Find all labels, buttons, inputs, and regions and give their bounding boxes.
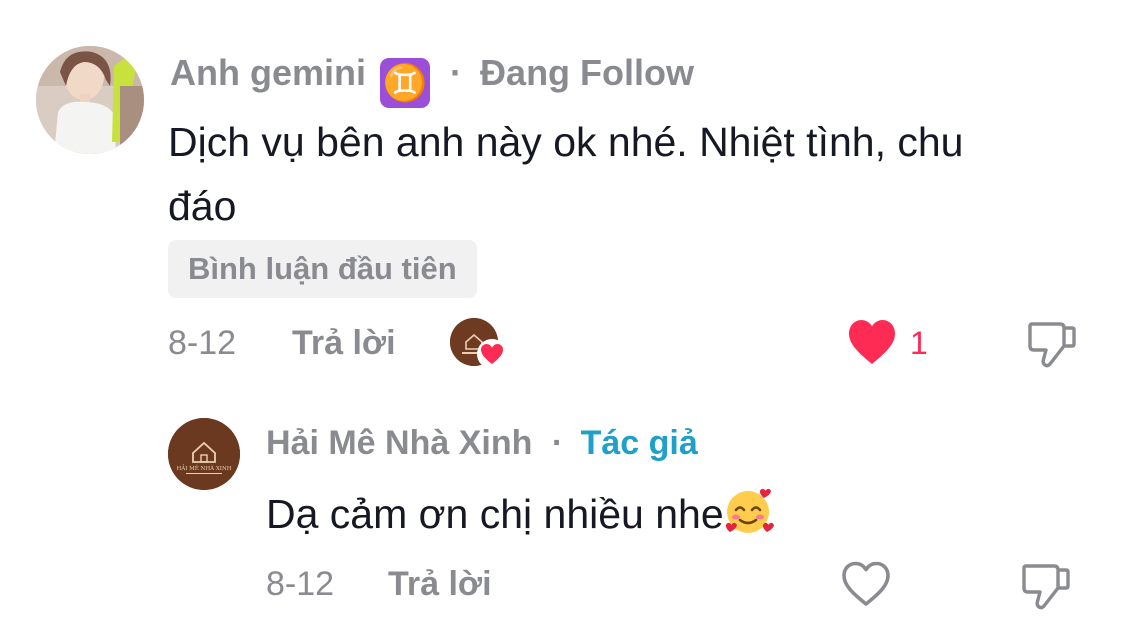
commenter-username[interactable]: Anh gemini	[170, 52, 366, 93]
creator-avatar-brand: HẢI MÊ NHÀ XINH	[176, 464, 231, 472]
separator-dot: ·	[551, 424, 564, 462]
creator-avatar[interactable]: HẢI MÊ NHÀ XINH	[168, 418, 240, 490]
commenter-avatar[interactable]	[36, 46, 144, 154]
comment-text-line-2: đáo	[168, 183, 237, 229]
like-outline-heart-icon[interactable]	[840, 560, 892, 608]
comment-text-line-1: Dịch vụ bên anh này ok nhé. Nhiệt tình, …	[168, 119, 964, 165]
author-badge: Tác giả	[580, 424, 698, 462]
separator-dot: ·	[450, 52, 463, 93]
smiling-face-with-hearts-icon	[724, 484, 776, 536]
follow-status[interactable]: Đang Follow	[480, 52, 694, 93]
reply-header: Hải Mê Nhà Xinh · Tác giả	[266, 424, 698, 463]
first-comment-badge: Bình luận đầu tiên	[168, 240, 477, 298]
comment-header: Anh gemini ♊ · Đang Follow	[170, 52, 694, 108]
reply-date: 8-12	[266, 565, 335, 603]
reply-button[interactable]: Trả lời	[292, 324, 396, 363]
comment-date: 8-12	[168, 324, 237, 362]
comment-body: Dịch vụ bên anh này ok nhé. Nhiệt tình, …	[168, 110, 1108, 238]
reply-username[interactable]: Hải Mê Nhà Xinh	[266, 424, 532, 462]
reply-body: Dạ cảm ơn chị nhiều nhe	[266, 482, 776, 546]
reply-text: Dạ cảm ơn chị nhiều nhe	[266, 491, 724, 537]
like-count: 1	[910, 325, 928, 361]
gemini-zodiac-icon: ♊	[380, 58, 431, 108]
dislike-icon[interactable]	[1026, 320, 1078, 368]
like-heart-icon[interactable]	[846, 318, 898, 366]
reply-to-reply-button[interactable]: Trả lời	[388, 565, 492, 604]
creator-liked-heart-icon	[477, 339, 507, 369]
dislike-icon[interactable]	[1020, 562, 1072, 610]
